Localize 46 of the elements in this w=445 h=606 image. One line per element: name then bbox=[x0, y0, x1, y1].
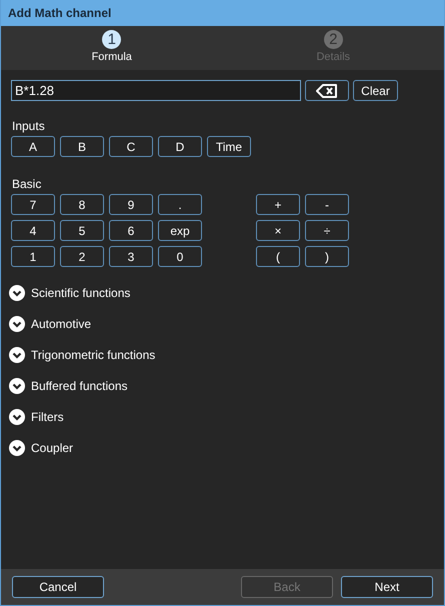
chevron-down-icon[interactable] bbox=[9, 316, 25, 332]
key-button[interactable]: 6 bbox=[109, 220, 153, 241]
step-number[interactable]: 1 bbox=[102, 30, 122, 49]
operator-button[interactable]: ( bbox=[256, 246, 300, 267]
section-header[interactable]: Coupler bbox=[31, 440, 74, 454]
input-button[interactable]: Time bbox=[207, 136, 251, 157]
chevron-down-icon[interactable] bbox=[9, 408, 25, 424]
key-button[interactable]: 9 bbox=[109, 194, 153, 215]
operator-button[interactable]: + bbox=[256, 194, 300, 215]
input-button[interactable]: B bbox=[60, 136, 104, 157]
key-button[interactable]: 5 bbox=[60, 220, 104, 241]
key-button[interactable]: . bbox=[158, 194, 202, 215]
input-button[interactable]: C bbox=[109, 136, 153, 157]
section-label: Basic bbox=[11, 177, 42, 192]
input-button[interactable]: A bbox=[11, 136, 55, 157]
section-header[interactable]: Trigonometric functions bbox=[31, 348, 156, 362]
operator-button[interactable]: ÷ bbox=[305, 220, 349, 241]
key-button[interactable]: 3 bbox=[109, 246, 153, 267]
section-header[interactable]: Filters bbox=[31, 410, 64, 424]
operator-button[interactable]: ) bbox=[305, 246, 349, 267]
clear-button[interactable]: Clear bbox=[353, 80, 398, 101]
chevron-down-icon[interactable] bbox=[9, 346, 25, 362]
key-button[interactable]: 8 bbox=[60, 194, 104, 215]
chevron-down-icon[interactable] bbox=[9, 440, 25, 456]
dialog-button[interactable]: Cancel bbox=[12, 576, 104, 598]
window-title: Add Math channel bbox=[8, 6, 112, 20]
section-label: Inputs bbox=[11, 119, 46, 134]
dialog-button[interactable]: Next bbox=[341, 576, 433, 598]
section-header[interactable]: Buffered functions bbox=[31, 378, 128, 392]
chevron-down-icon[interactable] bbox=[9, 378, 25, 394]
operator-button[interactable]: - bbox=[305, 194, 349, 215]
chevron-down-icon[interactable] bbox=[9, 284, 25, 300]
step-label[interactable]: Formula bbox=[92, 51, 132, 63]
key-button[interactable]: 7 bbox=[11, 194, 55, 215]
key-button[interactable]: exp bbox=[158, 220, 202, 241]
key-button[interactable]: 2 bbox=[60, 246, 104, 267]
backspace-icon bbox=[316, 84, 338, 98]
key-button[interactable]: 1 bbox=[11, 246, 55, 267]
key-button[interactable]: 0 bbox=[158, 246, 202, 267]
key-button[interactable]: 4 bbox=[11, 220, 55, 241]
input-button[interactable]: D bbox=[158, 136, 202, 157]
formula-field[interactable]: B*1.28 bbox=[11, 80, 301, 101]
operator-button[interactable]: × bbox=[256, 220, 300, 241]
backspace-button[interactable] bbox=[305, 80, 349, 101]
section-header[interactable]: Scientific functions bbox=[31, 286, 130, 300]
section-header[interactable]: Automotive bbox=[31, 316, 92, 330]
